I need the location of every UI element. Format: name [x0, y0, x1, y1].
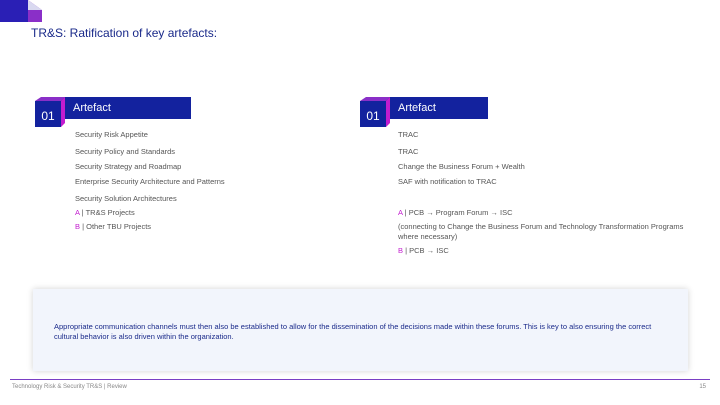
sub-item-text: Other TBU Projects: [86, 222, 152, 231]
list-item: SAF with notification to TRAC: [398, 177, 497, 186]
footer-text: Technology Risk & Security TR&S | Review: [12, 384, 127, 390]
badge-number: 01: [366, 109, 380, 123]
list-item: Security Solution Architectures: [75, 194, 177, 203]
sub-item-b: B | Other TBU Projects: [75, 222, 151, 231]
number-badge-icon: 01: [360, 97, 390, 127]
sub-item-text: PCB → ISC: [409, 246, 449, 255]
badge-number: 01: [41, 109, 55, 123]
list-item: TRAC: [398, 130, 419, 139]
artefact-panel-right: Artefact 01 TRAC TRAC Change the Busines…: [358, 97, 688, 255]
list-item: Security Policy and Standards: [75, 147, 176, 156]
page-number: 15: [699, 384, 706, 390]
panel-header-bar: Artefact: [386, 97, 488, 119]
list-item: Change the Business Forum + Wealth: [398, 162, 525, 171]
panel-header: Artefact 01: [358, 97, 688, 129]
number-badge-icon: 01: [35, 97, 65, 127]
sub-item-a: A | TR&S Projects: [75, 208, 135, 217]
sub-item-a: A | PCB → Program Forum → ISC: [398, 208, 688, 218]
brand-corner-logo: [0, 0, 42, 22]
sub-item-note: (connecting to Change the Business Forum…: [398, 222, 684, 241]
note-box: Appropriate communication channels must …: [33, 289, 688, 371]
list-item: Security Strategy and Roadmap: [75, 162, 182, 171]
note-text: Appropriate communication channels must …: [54, 322, 652, 341]
panel-header: Artefact 01: [33, 97, 333, 129]
artefact-panel-left: Artefact 01 Security Risk Appetite Secur…: [33, 97, 333, 231]
sub-item-b: B | PCB → ISC: [398, 246, 688, 256]
panel-header-bar: Artefact: [61, 97, 191, 119]
list-item: Security Risk Appetite: [75, 130, 148, 139]
page-title: TR&S: Ratification of key artefacts:: [31, 26, 218, 40]
list-item: TRAC: [398, 147, 419, 156]
sub-item-text: TR&S Projects: [85, 208, 135, 217]
footer-divider: [10, 379, 710, 380]
list-item: Enterprise Security Architecture and Pat…: [75, 177, 225, 186]
sub-item-text: PCB → Program Forum → ISC: [408, 208, 513, 217]
